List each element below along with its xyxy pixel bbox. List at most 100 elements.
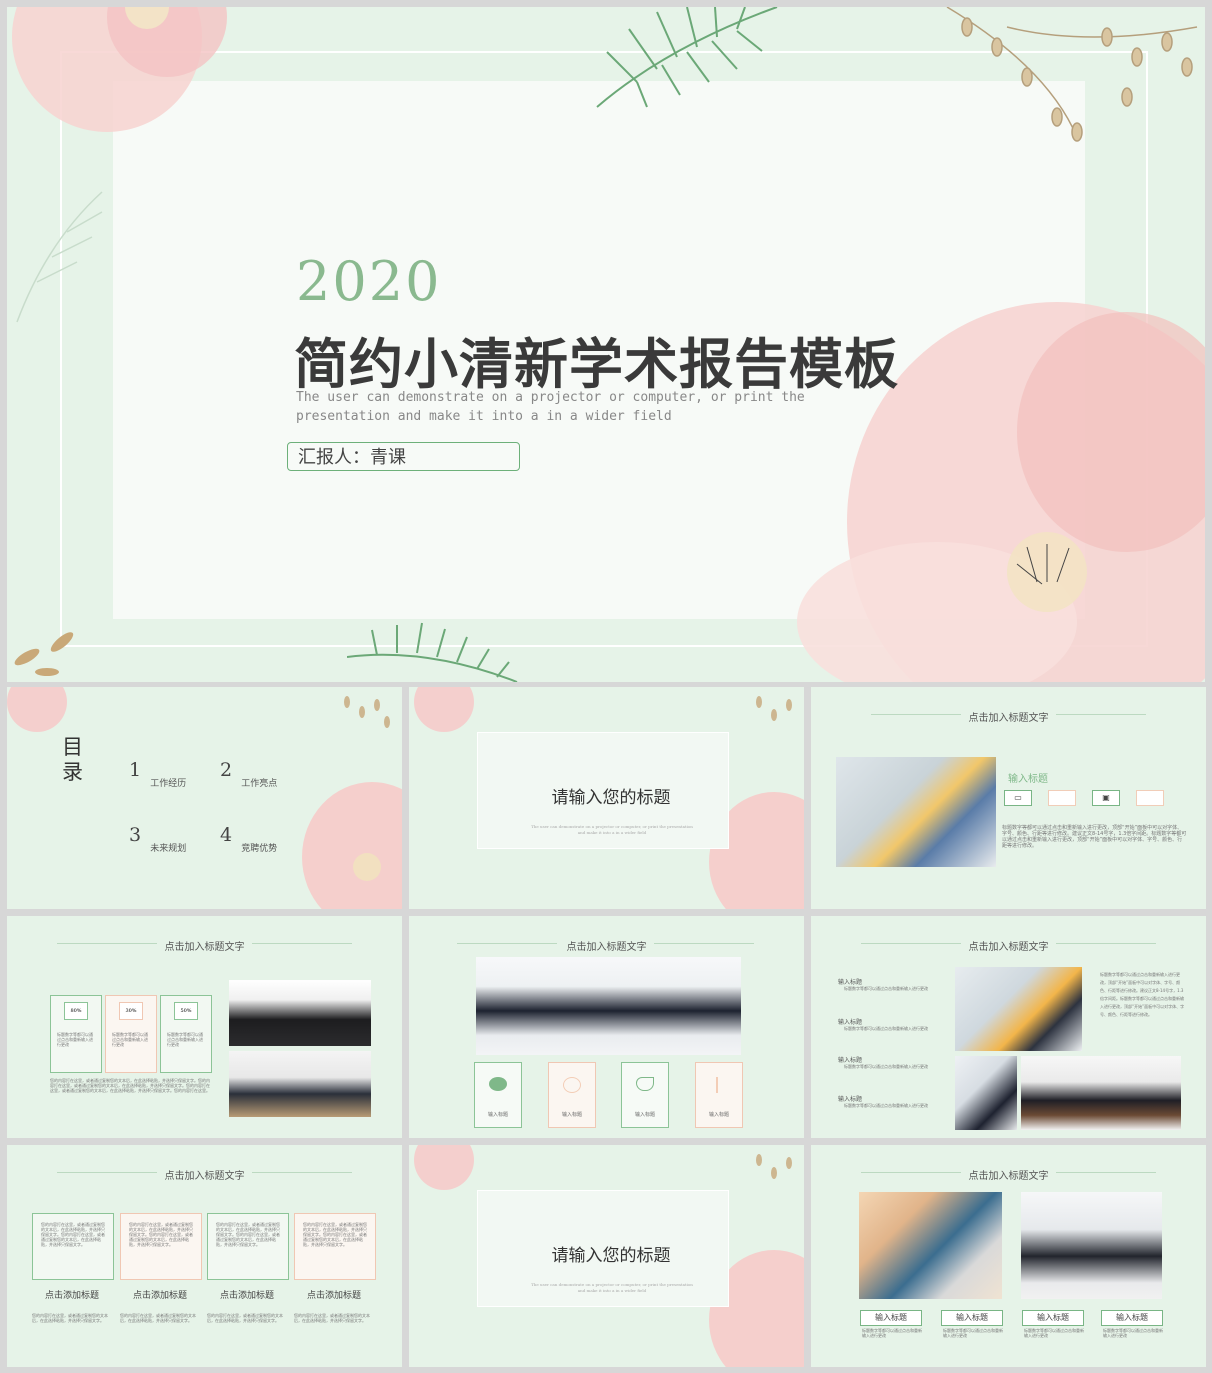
icon-button[interactable]: [1136, 790, 1164, 806]
section-title: 请输入您的标题: [551, 788, 671, 808]
icon-button[interactable]: ▣: [1092, 790, 1120, 806]
image-icon: [563, 1077, 581, 1093]
slide-toc[interactable]: 目录 1 工作经历 2 工作亮点 3 未来规划 4 竞聘优势: [7, 687, 402, 909]
slide-section[interactable]: 请输入您的标题 The user can demonstrate on a pr…: [409, 687, 804, 909]
office-photo-1: [955, 967, 1082, 1051]
percent-value: 80%: [64, 1002, 88, 1020]
slide-photos[interactable]: 点击加入标题文字 输入标题 输入标题 输入标题 输入标题 标题数字等都可以通过点…: [811, 1145, 1206, 1367]
pink-flower-small-icon: [414, 687, 474, 732]
percent-card[interactable]: 30% 标题数字等都可以通过点击和重新输入进行更改: [105, 995, 157, 1073]
main-subtitle: The user can demonstrate on a projector …: [296, 390, 805, 424]
golden-branch-small-icon: [756, 1154, 792, 1179]
box-title[interactable]: 点击添加标题: [32, 1288, 112, 1301]
content-box[interactable]: 您的内容打在这里，或者通过复制您的文本后，在此选择粘贴，并选择只保留文字。您的内…: [32, 1213, 114, 1280]
slide-section-2[interactable]: 请输入您的标题 The user can demonstrate on a pr…: [409, 1145, 804, 1367]
label-button[interactable]: 输入标题: [1022, 1310, 1084, 1326]
palm-leaf-decoration: [596, 7, 778, 108]
box-title[interactable]: 点击添加标题: [294, 1288, 374, 1301]
icon-button[interactable]: [1048, 790, 1076, 806]
content-box[interactable]: 您的内容打在这里，或者通过复制您的文本后，在此选择粘贴，并选择只保留文字。您的内…: [120, 1213, 202, 1280]
percent-value: 50%: [174, 1002, 198, 1020]
percent-body: 您的内容打在这里，或者通过复制您的文本后，在此选择粘贴，并选择只保留文字。您的内…: [50, 1078, 210, 1093]
toc-item[interactable]: 2 工作亮点: [220, 759, 277, 789]
section-title: 点击加入标题文字: [164, 1171, 245, 1182]
slide-four-boxes[interactable]: 点击加入标题文字 您的内容打在这里，或者通过复制您的文本后，在此选择粘贴，并选择…: [7, 1145, 402, 1367]
bottom-leaf-decoration: [347, 622, 518, 682]
cursor-icon: [716, 1077, 718, 1093]
percent-text: 标题数字等都可以通过点击和重新输入进行更改: [57, 1032, 93, 1047]
toc-item[interactable]: 4 竞聘优势: [220, 824, 277, 854]
slide-percent[interactable]: 点击加入标题文字 80% 标题数字等都可以通过点击和重新输入进行更改 30% 标…: [7, 916, 402, 1138]
reporter-box[interactable]: 汇报人：青课: [287, 442, 520, 471]
label-button[interactable]: 输入标题: [860, 1310, 922, 1326]
content-box-text: 您的内容打在这里，或者通过复制您的文本后，在此选择粘贴，并选择只保留文字。您的内…: [129, 1222, 193, 1247]
team-photo-bottom: [229, 1051, 371, 1117]
pink-flower-decoration: [12, 7, 227, 132]
golden-branch-small-icon: [756, 696, 792, 721]
content-box-text: 您的内容打在这里，或者通过复制您的文本后，在此选择粘贴，并选择只保留文字。您的内…: [41, 1222, 105, 1247]
toc-item[interactable]: 1 工作经历: [129, 759, 186, 789]
list-item[interactable]: 输入标题 标题数字等都可以通过点击和重新输入进行更改: [838, 977, 953, 991]
list-item-title: 输入标题: [838, 979, 863, 986]
icon-label: 输入标题: [487, 1112, 508, 1118]
golden-branch-small-icon: [344, 696, 390, 728]
section-desc: The user can demonstrate on a projector …: [531, 1282, 693, 1293]
list-item-text: 标题数字等都可以通过点击和重新输入进行更改: [844, 1026, 928, 1031]
weibo-icon: [489, 1077, 507, 1091]
icon-card[interactable]: 输入标题: [474, 1062, 522, 1128]
content-box[interactable]: 您的内容打在这里，或者通过复制您的文本后，在此选择粘贴，并选择只保留文字。您的内…: [207, 1213, 289, 1280]
box-desc: 您的内容打在这里，或者通过复制您的文本后，在此选择粘贴，并选择只保留文字。: [207, 1313, 283, 1323]
icon-button[interactable]: ▭: [1004, 790, 1032, 806]
toc-label: 竞聘优势: [241, 844, 278, 854]
photo-left: [859, 1192, 1002, 1299]
list-item[interactable]: 输入标题 标题数字等都可以通过点击和重新输入进行更改: [838, 1017, 953, 1031]
content-body: 标题数字等都可以通过点击和重新输入进行更改，顶部“开始”面板中可以对字体、字号、…: [1002, 825, 1187, 849]
office-photo: [836, 757, 996, 867]
slide-main[interactable]: 2020 简约小清新学术报告模板 The user can demonstrat…: [7, 7, 1205, 682]
photo-right: [1021, 1192, 1162, 1299]
content-heading: 输入标题: [1008, 774, 1048, 785]
list-item-text: 标题数字等都可以通过点击和重新输入进行更改: [844, 1064, 928, 1069]
section-title: 点击加入标题文字: [566, 942, 647, 953]
slide-icons[interactable]: 点击加入标题文字 输入标题 输入标题 输入标题 输入标题: [409, 916, 804, 1138]
section-title: 点击加入标题文字: [968, 1171, 1049, 1182]
list-item[interactable]: 输入标题 标题数字等都可以通过点击和重新输入进行更改: [838, 1094, 953, 1108]
box-title[interactable]: 点击添加标题: [120, 1288, 200, 1301]
list-item-title: 输入标题: [838, 1096, 863, 1103]
box-title[interactable]: 点击添加标题: [207, 1288, 287, 1301]
toc-item[interactable]: 3 未来规划: [129, 824, 186, 854]
percent-card[interactable]: 80% 标题数字等都可以通过点击和重新输入进行更改: [50, 995, 102, 1073]
icon-card[interactable]: 输入标题: [621, 1062, 669, 1128]
content-box[interactable]: 您的内容打在这里，或者通过复制您的文本后，在此选择粘贴，并选择只保留文字。您的内…: [294, 1213, 376, 1280]
section-title: 点击加入标题文字: [968, 713, 1049, 724]
section-title: 点击加入标题文字: [968, 942, 1049, 953]
icon-card[interactable]: 输入标题: [548, 1062, 596, 1128]
percent-value: 30%: [119, 1002, 143, 1020]
slide-text-image[interactable]: 点击加入标题文字 输入标题 ▭ ▣ 标题数字等都可以通过点击和重新输入进行更改，…: [811, 687, 1206, 909]
toc-label: 工作亮点: [241, 779, 278, 789]
office-photo-2: [955, 1056, 1017, 1130]
icon-label: 输入标题: [708, 1112, 729, 1118]
pink-flower-small-icon: [7, 687, 67, 732]
list-item-text: 标题数字等都可以通过点击和重新输入进行更改: [844, 1103, 928, 1108]
toc-label: 未来规划: [150, 844, 187, 854]
faint-leaf-decoration: [16, 191, 103, 323]
percent-card[interactable]: 50% 标题数字等都可以通过点击和重新输入进行更改: [160, 995, 212, 1073]
button-desc: 标题数字等都可以通过点击和重新输入进行更改: [1103, 1328, 1163, 1338]
icon-card[interactable]: 输入标题: [695, 1062, 743, 1128]
icon-label: 输入标题: [634, 1112, 655, 1118]
list-right-text: 标题数字等都可以通过点击和重新输入进行更改，顶部“开始”面板中可以对字体、字号、…: [1100, 972, 1185, 1017]
box-desc: 您的内容打在这里，或者通过复制您的文本后，在此选择粘贴，并选择只保留文字。: [294, 1313, 370, 1323]
team-photo-top: [229, 980, 371, 1046]
toc-number: 3: [129, 824, 142, 846]
list-item-title: 输入标题: [838, 1057, 863, 1064]
label-button[interactable]: 输入标题: [1101, 1310, 1163, 1326]
percent-text: 标题数字等都可以通过点击和重新输入进行更改: [112, 1032, 148, 1047]
content-box-text: 您的内容打在这里，或者通过复制您的文本后，在此选择粘贴，并选择只保留文字。您的内…: [303, 1222, 367, 1247]
label-button[interactable]: 输入标题: [941, 1310, 1003, 1326]
list-item[interactable]: 输入标题 标题数字等都可以通过点击和重新输入进行更改: [838, 1055, 953, 1069]
percent-text: 标题数字等都可以通过点击和重新输入进行更改: [167, 1032, 203, 1047]
meeting-photo: [476, 957, 741, 1055]
toc-number: 2: [220, 759, 233, 781]
slide-list[interactable]: 点击加入标题文字 输入标题 标题数字等都可以通过点击和重新输入进行更改 输入标题…: [811, 916, 1206, 1138]
